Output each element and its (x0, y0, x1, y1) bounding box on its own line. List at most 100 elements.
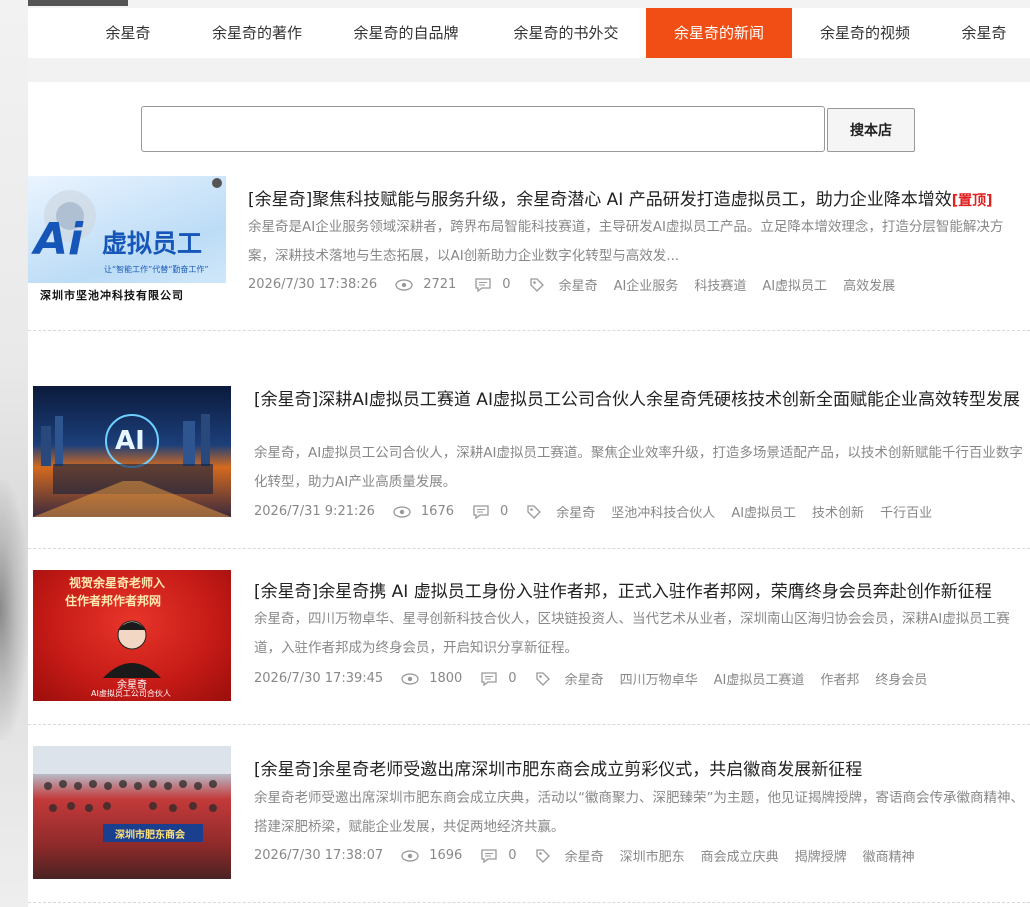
view-count: 1676 (420, 504, 454, 519)
views-stat: 1800 (401, 671, 462, 686)
article-meta: 2026/7/30 17:38:07 1696 0 余星奇 深圳市肥东 商会成立… (254, 846, 931, 865)
article-tag[interactable]: AI虚拟员工赛道 (714, 669, 805, 688)
search-button[interactable]: 搜本店 (827, 108, 915, 152)
view-count: 1800 (429, 671, 463, 686)
article-date: 2026/7/31 9:21:26 (254, 504, 375, 519)
article-tag[interactable]: 终身会员 (875, 669, 927, 688)
article-tag[interactable]: 作者邦 (820, 669, 859, 688)
article-divider (28, 902, 1030, 903)
group-photo-graphic (33, 746, 231, 842)
comment-icon (481, 672, 497, 686)
thumb-headline-2: 住作者邦作者邦网 (65, 594, 162, 608)
article-card: 视贺余星奇老师入 住作者邦作者邦网 余星奇 AI虚拟员工公司合伙人 [余星奇]余… (28, 570, 1030, 710)
article-tag[interactable]: 四川万物卓华 (620, 669, 698, 688)
comment-icon (473, 505, 489, 519)
article-thumbnail[interactable]: Ai 虚拟员工 让“智能工作”代替“勤奋工作” 深圳市坚池冲科技有限公司 (28, 176, 226, 307)
article-thumbnail[interactable]: 视贺余星奇老师入 住作者邦作者邦网 余星奇 AI虚拟员工公司合伙人 (33, 570, 231, 701)
article-card: AI [余星奇]深耕AI虚拟员工赛道 AI虚拟员工公司合伙人余星奇凭硬核技术创新… (28, 386, 1030, 526)
nav-gap (28, 58, 1030, 82)
article-divider (28, 330, 1030, 331)
article-tag[interactable]: 商会成立庆典 (701, 846, 779, 865)
article-tag[interactable]: 高效发展 (843, 275, 895, 294)
article-card: Ai 虚拟员工 让“智能工作”代替“勤奋工作” 深圳市坚池冲科技有限公司 [余星… (28, 176, 1030, 326)
comment-count: 0 (500, 504, 509, 519)
article-tag[interactable]: 揭牌授牌 (795, 846, 847, 865)
article-tag[interactable]: 余星奇 (556, 502, 595, 521)
article-tag[interactable]: 深圳市肥东 (620, 846, 685, 865)
thumb-ai-text: AI (115, 426, 145, 456)
article-tag[interactable]: 余星奇 (565, 669, 604, 688)
thumb-slogan: 让“智能工作”代替“勤奋工作” (104, 265, 209, 274)
view-count: 2721 (423, 277, 457, 292)
eye-icon (401, 849, 419, 862)
nav-item-works[interactable]: 余星奇的著作 (188, 8, 326, 58)
thumb-banner: 深圳市肥东商会 (115, 830, 185, 841)
search-input[interactable] (141, 106, 825, 152)
comment-count: 0 (502, 277, 511, 292)
thumb-ai-text: Ai (34, 214, 84, 265)
article-tag[interactable]: 千行百业 (880, 502, 932, 521)
eye-icon (393, 505, 411, 518)
thumb-headline-1: 视贺余星奇老师入 (69, 576, 166, 590)
article-divider (28, 724, 1030, 725)
article-thumbnail[interactable]: 深圳市肥东商会 (33, 746, 231, 879)
comments-stat[interactable]: 0 (472, 504, 508, 519)
nav-item-news[interactable]: 余星奇的新闻 (646, 8, 792, 58)
comments-stat[interactable]: 0 (474, 277, 511, 292)
comment-icon (475, 278, 491, 292)
article-excerpt: 余星奇，四川万物卓华、星寻创新科技合伙人，区块链投资人、当代艺术从业者，深圳南山… (254, 611, 1010, 656)
comment-count: 0 (508, 671, 517, 686)
article-tag[interactable]: AI虚拟员工 (762, 275, 827, 294)
nav-item-home[interactable]: 余星奇 (68, 8, 188, 58)
views-stat: 1676 (393, 504, 454, 519)
article-meta: 2026/7/30 17:38:26 2721 0 余星奇 AI企业服务 科技赛… (248, 275, 911, 294)
article-tag[interactable]: AI企业服务 (614, 275, 679, 294)
pinned-badge: [置顶] (951, 193, 993, 209)
article-excerpt: 余星奇是AI企业服务领域深耕者，跨界布局智能科技赛道，主导研发AI虚拟员工产品。… (248, 219, 1004, 264)
tag-icon (529, 277, 544, 292)
nav-item-videos[interactable]: 余星奇的视频 (792, 8, 938, 58)
article-thumbnail[interactable]: AI (33, 386, 231, 517)
article-title[interactable]: [余星奇]深耕AI虚拟员工赛道 AI虚拟员工公司合伙人余星奇凭硬核技术创新全面赋… (254, 387, 1026, 413)
article-meta: 2026/7/31 9:21:26 1676 0 余星奇 坚池冲科技合伙人 AI… (254, 502, 948, 521)
article-tag[interactable]: 坚池冲科技合伙人 (611, 502, 715, 521)
left-background (0, 0, 28, 907)
nav-item-brand[interactable]: 余星奇的自品牌 (326, 8, 486, 58)
tag-icon (527, 504, 542, 519)
article-tag[interactable]: 余星奇 (565, 846, 604, 865)
article-date: 2026/7/30 17:38:26 (248, 277, 378, 292)
article-title[interactable]: [余星奇]聚焦科技赋能与服务升级，余星奇潜心 AI 产品研发打造虚拟员工，助力企… (248, 187, 1026, 214)
article-date: 2026/7/30 17:38:07 (254, 848, 384, 863)
comment-icon (481, 849, 497, 863)
top-strip (28, 0, 1030, 8)
article-tag[interactable]: AI虚拟员工 (731, 502, 796, 521)
article-date: 2026/7/30 17:39:45 (254, 671, 384, 686)
article-title-text[interactable]: [余星奇]聚焦科技赋能与服务升级，余星奇潜心 AI 产品研发打造虚拟员工，助力企… (248, 190, 952, 210)
tag-icon (535, 671, 550, 686)
article-title[interactable]: [余星奇]余星奇携 AI 虚拟员工身份入驻作者邦，正式入驻作者邦网，荣膺终身会员… (254, 579, 1026, 605)
nav-item-diplomacy[interactable]: 余星奇的书外交 (486, 8, 646, 58)
views-stat: 1696 (401, 848, 462, 863)
tag-icon (535, 848, 550, 863)
article-excerpt: 余星奇老师受邀出席深圳市肥东商会成立庆典，活动以“徽商聚力、深肥臻荣”为主题，他… (254, 790, 1024, 835)
main-nav: 余星奇 余星奇的著作 余星奇的自品牌 余星奇的书外交 余星奇的新闻 余星奇的视频… (28, 8, 1030, 58)
nav-item-more[interactable]: 余星奇 (938, 8, 1030, 58)
article-tag[interactable]: 余星奇 (559, 275, 598, 294)
article-card: 深圳市肥东商会 [余星奇]余星奇老师受邀出席深圳市肥东商会成立剪彩仪式，共启徽商… (28, 746, 1030, 886)
view-count: 1696 (429, 848, 463, 863)
article-tag[interactable]: 技术创新 (812, 502, 864, 521)
article-title[interactable]: [余星奇]余星奇老师受邀出席深圳市肥东商会成立剪彩仪式，共启徽商发展新征程 (254, 757, 1026, 783)
article-tag[interactable]: 徽商精神 (863, 846, 915, 865)
article-tag[interactable]: 科技赛道 (694, 275, 746, 294)
thumb-title-text: 虚拟员工 (102, 229, 203, 258)
article-excerpt: 余星奇，AI虚拟员工公司合伙人，深耕AI虚拟员工赛道。聚焦企业效率升级，打造多场… (254, 445, 1023, 490)
eye-icon (401, 672, 419, 685)
comments-stat[interactable]: 0 (480, 848, 517, 863)
article-divider (28, 548, 1030, 549)
article-meta: 2026/7/30 17:39:45 1800 0 余星奇 四川万物卓华 AI虚… (254, 669, 943, 688)
views-stat: 2721 (395, 277, 456, 292)
eye-icon (395, 278, 413, 291)
comments-stat[interactable]: 0 (480, 671, 517, 686)
comment-count: 0 (508, 848, 517, 863)
